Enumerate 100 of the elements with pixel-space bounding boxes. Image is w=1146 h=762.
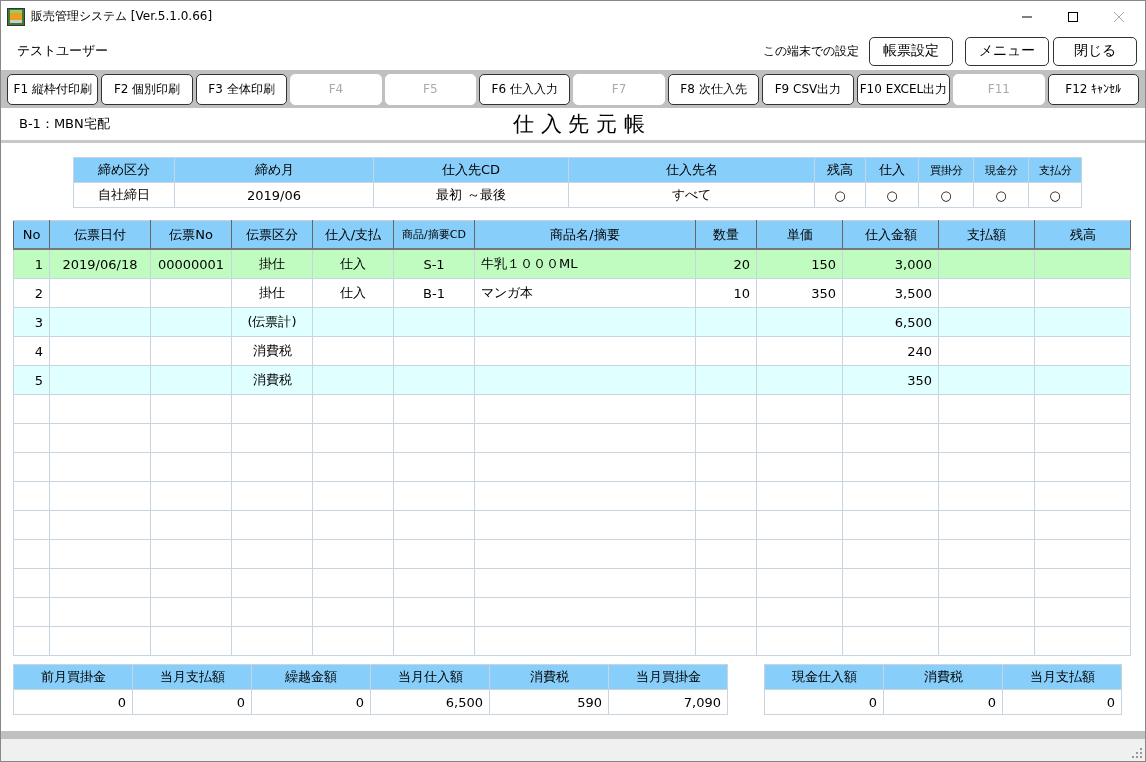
column-header[interactable]: 数量 [695,220,757,249]
table-cell: 4 [13,336,50,366]
table-cell: 350 [842,365,939,395]
column-header: 当月買掛金 [608,664,728,690]
function-key-button[interactable]: F1 縦枠付印刷 [7,73,99,105]
column-header[interactable]: 単価 [756,220,843,249]
column-header: 締め月 [174,157,374,183]
table-cell: 消費税 [231,365,313,395]
column-header: 現金分 [973,157,1029,183]
column-header[interactable]: 伝票区分 [231,220,313,249]
toolbar-button[interactable]: 閉じる [1053,36,1137,66]
table-cell: 0 [251,689,371,715]
column-header: 仕入先CD [373,157,569,183]
column-header: 消費税 [883,664,1003,690]
table-row[interactable]: 4 消費税 240 [13,336,1131,366]
table-cell: 00000001 [150,249,232,279]
table-cell: 7,090 [608,689,728,715]
table-cell: 2 [13,278,50,308]
column-header[interactable]: 残高 [1034,220,1131,249]
table-cell: 3,000 [842,249,939,279]
table-cell: ○ [1028,182,1082,208]
column-header: 締め区分 [73,157,175,183]
function-key-button[interactable]: F6 仕入入力 [479,73,571,105]
function-key-button[interactable]: F12 ｷｬﾝｾﾙ [1047,73,1140,105]
table-cell: 1 [13,249,50,279]
column-header: 支払分 [1028,157,1082,183]
column-header[interactable]: 商品名/摘要 [474,220,696,249]
table-cell: 0 [132,689,252,715]
table-cell: マンガ本 [474,278,696,308]
window-title: 販売管理システム [Ver.5.1.0.66] [31,8,213,25]
column-header[interactable]: 仕入金額 [842,220,939,249]
table-cell: 最初 ～最後 [373,182,569,208]
column-header[interactable]: 伝票日付 [49,220,151,249]
table-cell: 150 [756,249,843,279]
function-key-button[interactable]: F2 個別印刷 [101,73,193,105]
table-cell: 自社締日 [73,182,175,208]
column-header: 現金仕入額 [764,664,884,690]
table-cell: 2019/06 [174,182,374,208]
column-header: 前月買掛金 [13,664,133,690]
user-name: テストユーザー [17,42,109,60]
table-cell: 5 [13,365,50,395]
table-cell: S-1 [393,249,475,279]
table-cell: 20 [695,249,757,279]
function-key-button[interactable]: F9 CSV出力 [762,73,854,105]
table-cell: 3 [13,307,50,337]
table-cell: ○ [865,182,919,208]
table-cell: 3,500 [842,278,939,308]
table-cell: ○ [918,182,974,208]
column-header: 繰越金額 [251,664,371,690]
table-cell: 2019/06/18 [49,249,151,279]
column-header: 消費税 [489,664,609,690]
table-cell: すべて [568,182,815,208]
table-row[interactable]: 3 (伝票計) 6,500 [13,307,1131,337]
table-row[interactable]: 2 掛仕 仕入 B-1 マンガ本 10 350 3,500 [13,278,1131,308]
function-key-button[interactable]: F10 EXCEL出力 [856,73,951,105]
supplier-label: B-1：MBN宅配 [19,115,111,133]
table-cell: 6,500 [842,307,939,337]
resize-grip-icon[interactable] [1132,748,1142,758]
table-cell: B-1 [393,278,475,308]
table-cell: 掛仕 [231,249,313,279]
table-cell: 0 [1002,689,1122,715]
column-header[interactable]: 支払額 [938,220,1035,249]
toolbar-button[interactable]: メニュー [965,36,1049,66]
column-header[interactable]: 仕入/支払 [312,220,394,249]
table-cell: 0 [764,689,884,715]
column-header: 当月仕入額 [370,664,490,690]
table-cell: 掛仕 [231,278,313,308]
function-key-button[interactable]: F8 次仕入先 [667,73,760,105]
column-header: 当月支払額 [132,664,252,690]
table-cell: 350 [756,278,843,308]
table-cell: 240 [842,336,939,366]
column-header[interactable]: 伝票No [150,220,232,249]
column-header: 買掛分 [918,157,974,183]
toolbar-button[interactable]: 帳票設定 [869,36,953,66]
page-title: 仕 入 先 元 帳 [513,111,645,138]
table-row[interactable]: 1 2019/06/18 00000001 掛仕 仕入 S-1 牛乳１０００ML 20 150 3,000 [13,249,1131,279]
function-key-button[interactable]: F3 全体印刷 [195,73,288,105]
table-cell: 仕入 [312,249,394,279]
column-header: 残高 [814,157,866,183]
column-header: 仕入 [865,157,919,183]
empty-cell [695,336,757,366]
table-cell: 消費税 [231,336,313,366]
table-cell: 牛乳１０００ML [474,249,696,279]
table-cell: 6,500 [370,689,490,715]
table-cell: 10 [695,278,757,308]
table-row[interactable]: 5 消費税 350 [13,365,1131,395]
column-header: 仕入先名 [568,157,815,183]
table-cell: ○ [814,182,866,208]
table-cell: 仕入 [312,278,394,308]
settings-label: この端末での設定 [763,42,859,60]
column-header[interactable]: No [13,220,50,249]
close-icon[interactable] [1113,10,1125,23]
table-cell: 0 [883,689,1003,715]
column-header[interactable]: 商品/摘要CD [393,220,475,249]
table-cell: 0 [13,689,133,715]
maximize-icon[interactable] [1067,10,1079,23]
table-cell: ○ [973,182,1029,208]
column-header: 当月支払額 [1002,664,1122,690]
table-cell: (伝票計) [231,307,313,337]
app-logo-icon [7,7,25,26]
